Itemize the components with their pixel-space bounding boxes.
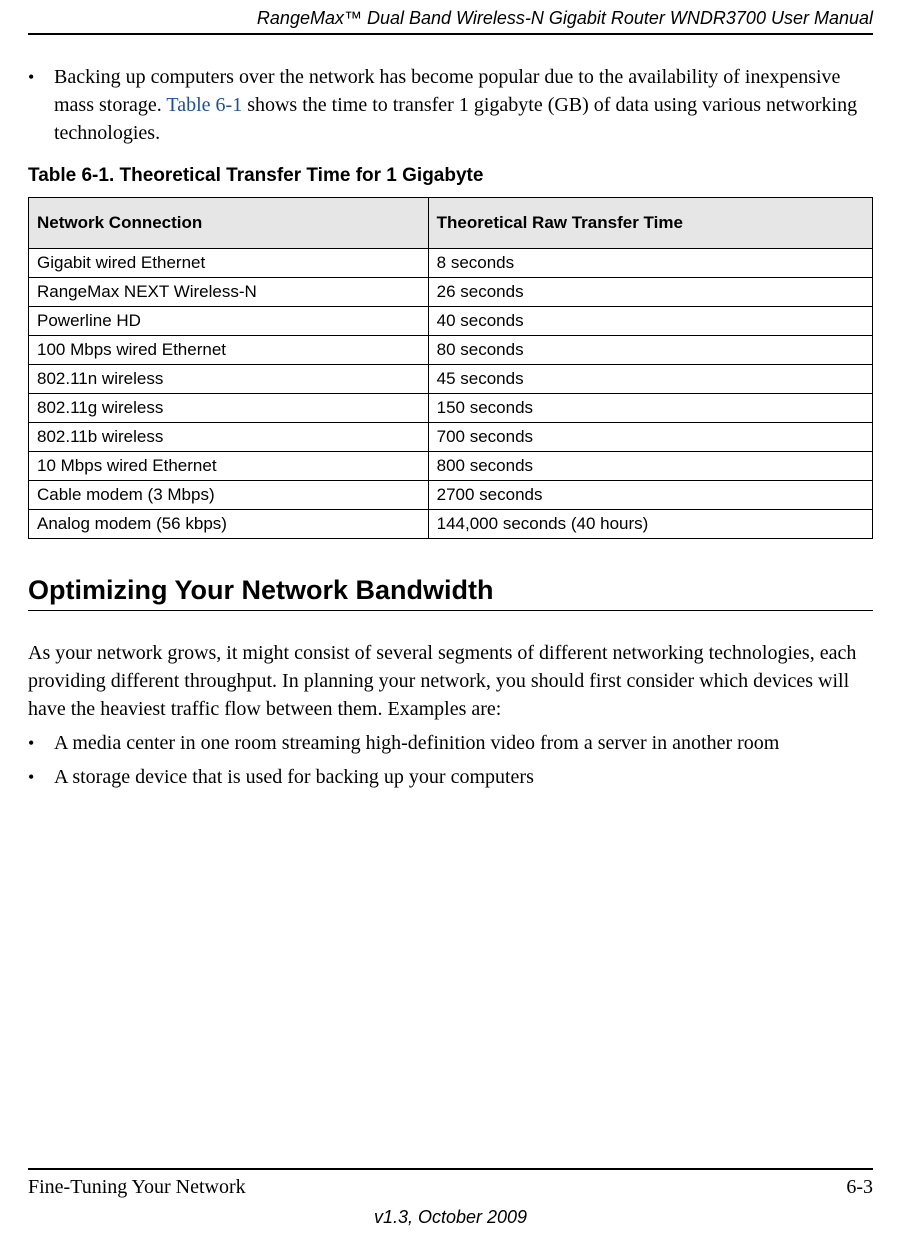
table-cell-time: 26 seconds (428, 278, 872, 307)
intro-bullet-item: • Backing up computers over the network … (28, 63, 873, 147)
section-heading: Optimizing Your Network Bandwidth (28, 575, 873, 606)
section-bullet-list: • A media center in one room streaming h… (28, 729, 873, 791)
section-bullet-text: A storage device that is used for backin… (54, 763, 873, 791)
section-bullet-item: • A media center in one room streaming h… (28, 729, 873, 757)
table-cell-connection: 802.11b wireless (29, 423, 429, 452)
table-row: Gigabit wired Ethernet8 seconds (29, 249, 873, 278)
intro-bullet-list: • Backing up computers over the network … (28, 63, 873, 147)
table-header-connection: Network Connection (29, 198, 429, 249)
table-row: Powerline HD40 seconds (29, 307, 873, 336)
table-cell-time: 45 seconds (428, 365, 872, 394)
table-cell-connection: Cable modem (3 Mbps) (29, 481, 429, 510)
footer-version: v1.3, October 2009 (28, 1207, 873, 1228)
bullet-icon: • (28, 763, 54, 791)
table-row: Analog modem (56 kbps)144,000 seconds (4… (29, 510, 873, 539)
transfer-time-table: Network Connection Theoretical Raw Trans… (28, 197, 873, 539)
table-row: 100 Mbps wired Ethernet80 seconds (29, 336, 873, 365)
section-bullet-text: A media center in one room streaming hig… (54, 729, 873, 757)
table-cell-time: 144,000 seconds (40 hours) (428, 510, 872, 539)
table-row: RangeMax NEXT Wireless-N26 seconds (29, 278, 873, 307)
table-row: Cable modem (3 Mbps)2700 seconds (29, 481, 873, 510)
table-header-row: Network Connection Theoretical Raw Trans… (29, 198, 873, 249)
bullet-icon: • (28, 729, 54, 757)
table-cell-time: 800 seconds (428, 452, 872, 481)
footer-rule (28, 1168, 873, 1170)
table-cell-connection: Gigabit wired Ethernet (29, 249, 429, 278)
table-cell-time: 8 seconds (428, 249, 872, 278)
intro-bullet-text: Backing up computers over the network ha… (54, 63, 873, 147)
table-row: 802.11g wireless150 seconds (29, 394, 873, 423)
table-cell-time: 150 seconds (428, 394, 872, 423)
section-rule (28, 610, 873, 611)
footer-page-number: 6-3 (846, 1176, 873, 1199)
table-cell-time: 40 seconds (428, 307, 872, 336)
table-reference-link[interactable]: Table 6-1 (166, 94, 242, 116)
table-cell-connection: 802.11n wireless (29, 365, 429, 394)
header-rule (28, 33, 873, 35)
table-row: 802.11n wireless45 seconds (29, 365, 873, 394)
table-row: 10 Mbps wired Ethernet800 seconds (29, 452, 873, 481)
table-cell-connection: 10 Mbps wired Ethernet (29, 452, 429, 481)
table-caption: Table 6-1. Theoretical Transfer Time for… (28, 165, 873, 187)
table-row: 802.11b wireless700 seconds (29, 423, 873, 452)
footer-chapter: Fine-Tuning Your Network (28, 1176, 246, 1199)
table-cell-time: 2700 seconds (428, 481, 872, 510)
section-paragraph: As your network grows, it might consist … (28, 639, 873, 723)
page-footer: Fine-Tuning Your Network 6-3 v1.3, Octob… (28, 1168, 873, 1228)
table-cell-connection: Powerline HD (29, 307, 429, 336)
table-header-time: Theoretical Raw Transfer Time (428, 198, 872, 249)
bullet-icon: • (28, 63, 54, 147)
table-cell-connection: Analog modem (56 kbps) (29, 510, 429, 539)
table-cell-time: 80 seconds (428, 336, 872, 365)
table-cell-connection: 100 Mbps wired Ethernet (29, 336, 429, 365)
table-cell-connection: RangeMax NEXT Wireless-N (29, 278, 429, 307)
table-cell-connection: 802.11g wireless (29, 394, 429, 423)
table-cell-time: 700 seconds (428, 423, 872, 452)
section-bullet-item: • A storage device that is used for back… (28, 763, 873, 791)
page-header-title: RangeMax™ Dual Band Wireless-N Gigabit R… (28, 0, 873, 33)
